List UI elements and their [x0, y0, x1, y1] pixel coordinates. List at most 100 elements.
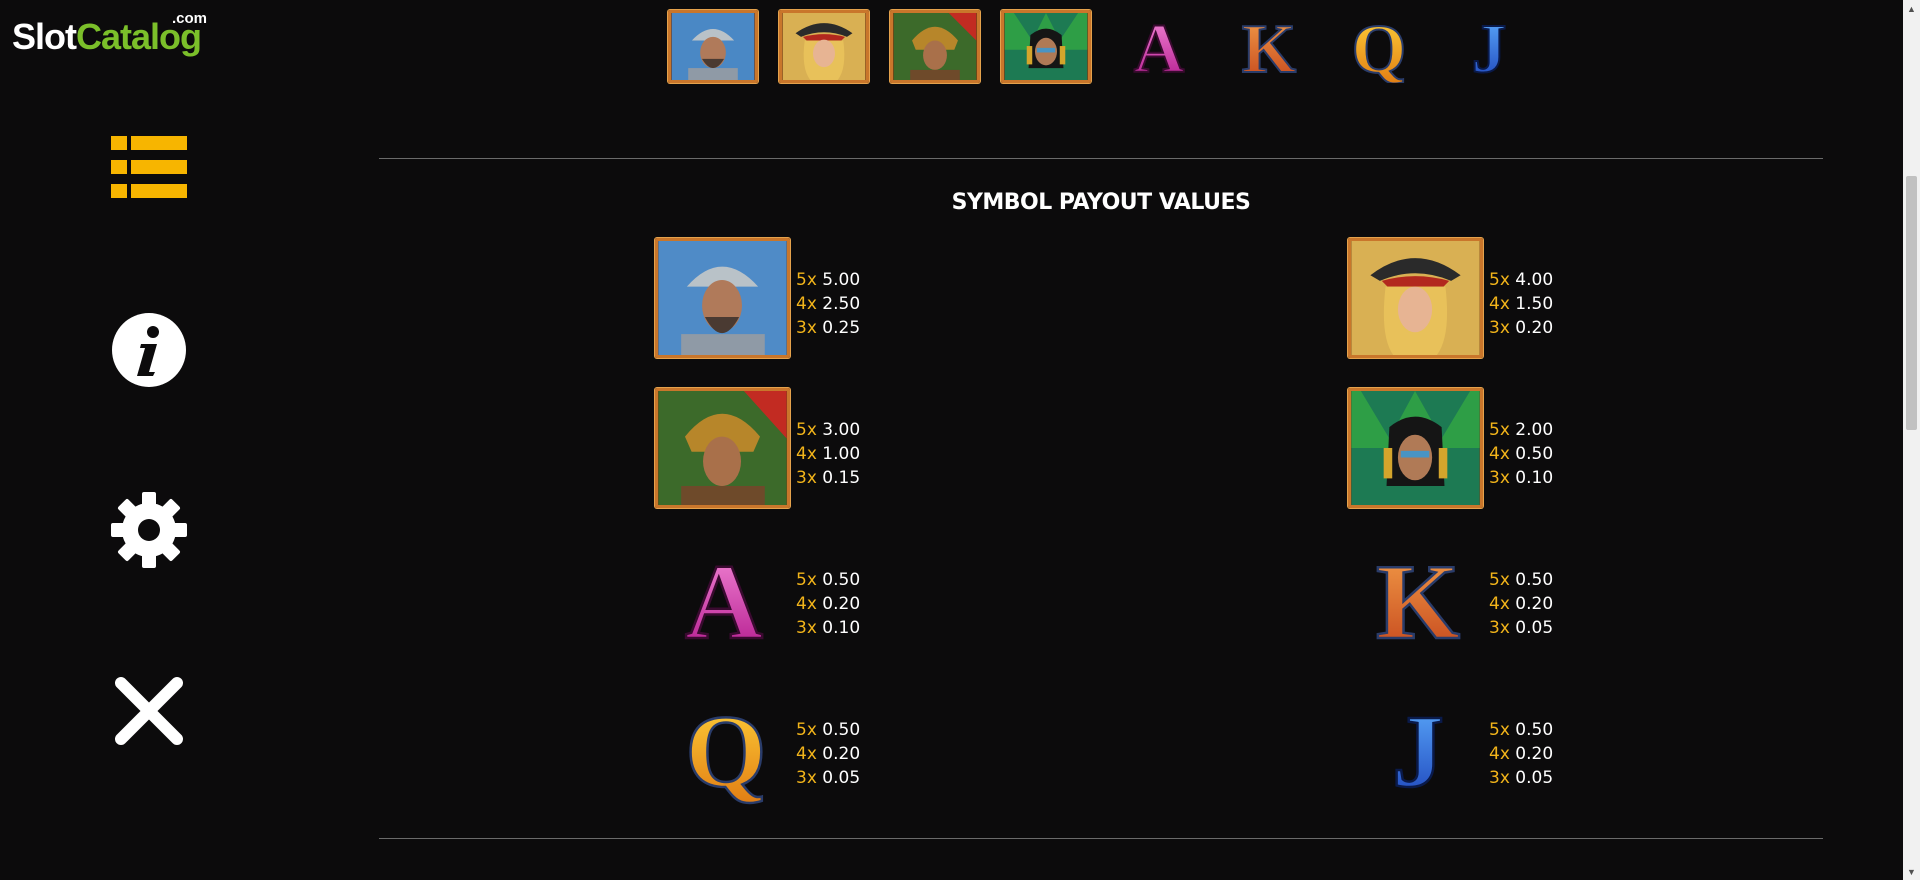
payout-amount: 1.50 — [1515, 294, 1554, 314]
payout-amount: 0.20 — [1515, 318, 1554, 338]
payout-row: 5x 0.50 — [796, 568, 860, 592]
logo-slot-text: Slot — [12, 16, 77, 57]
payout-row: 3x 0.10 — [1489, 466, 1553, 490]
letter-q-symbol: Q — [1334, 10, 1424, 89]
multiplier: 4x — [1489, 594, 1510, 614]
aztec-warrior-symbol — [655, 388, 790, 508]
vertical-scrollbar[interactable]: ▲ ▼ — [1903, 0, 1920, 880]
letter-k-icon: K — [1241, 10, 1297, 89]
payout-aztec-woman: 5x 2.00 4x 0.50 3x 0.10 — [1348, 388, 1588, 508]
payout-pirate-woman: 5x 4.00 4x 1.50 3x 0.20 — [1348, 238, 1588, 358]
multiplier: 3x — [1489, 768, 1510, 788]
payout-amount: 5.00 — [822, 270, 861, 290]
payout-amount: 1.00 — [822, 444, 861, 464]
pirate-woman-symbol — [1348, 238, 1483, 358]
payout-amount: 4.00 — [1515, 270, 1554, 290]
payout-amount: 3.00 — [822, 420, 861, 440]
svg-text:J: J — [1392, 694, 1444, 808]
letter-q-icon: Q — [684, 693, 767, 811]
payout-amount: 0.20 — [1515, 744, 1554, 764]
payout-amount: 0.05 — [822, 768, 861, 788]
payout-row: 3x 0.15 — [796, 466, 860, 490]
slotcatalog-logo[interactable]: SlotCatalog .com — [12, 10, 212, 60]
payout-amount: 2.50 — [822, 294, 861, 314]
aztec-woman-symbol — [1348, 388, 1483, 508]
letter-j-icon: J — [1391, 693, 1446, 811]
payout-row: 5x 3.00 — [796, 418, 860, 442]
letter-j-symbol: J — [1348, 688, 1483, 811]
multiplier: 4x — [796, 594, 817, 614]
svg-text:K: K — [1242, 11, 1296, 83]
conquistador-symbol — [668, 10, 758, 83]
payout-amount: 0.20 — [822, 594, 861, 614]
scrollbar-thumb[interactable] — [1906, 176, 1917, 430]
multiplier: 3x — [1489, 468, 1510, 488]
settings-button[interactable] — [104, 485, 194, 575]
section-title: SYMBOL PAYOUT VALUES — [951, 190, 1251, 215]
payout-row: 3x 0.10 — [796, 616, 860, 640]
symbol-strip: A K Q J — [668, 10, 1528, 89]
letter-k-symbol: K — [1224, 10, 1314, 89]
menu-button[interactable] — [104, 122, 194, 212]
divider-top — [379, 158, 1823, 159]
pirate-woman-symbol — [779, 10, 869, 83]
multiplier: 4x — [796, 744, 817, 764]
payout-amount: 0.50 — [1515, 570, 1554, 590]
multiplier: 5x — [796, 720, 817, 740]
payout-row: 4x 0.20 — [796, 742, 860, 766]
info-button[interactable] — [104, 305, 194, 395]
letter-a-icon: A — [684, 542, 765, 664]
scroll-up-arrow-icon[interactable]: ▲ — [1903, 0, 1920, 17]
multiplier: 5x — [1489, 420, 1510, 440]
payout-row: 3x 0.20 — [1489, 316, 1553, 340]
pirate-woman-portrait — [1351, 241, 1480, 355]
payout-amount: 0.50 — [822, 570, 861, 590]
menu-list-icon — [111, 136, 187, 198]
payout-row: 3x 0.05 — [796, 766, 860, 790]
scroll-down-arrow-icon[interactable]: ▼ — [1903, 863, 1920, 880]
aztec-warrior-portrait — [893, 13, 977, 80]
payout-row: 4x 0.20 — [1489, 592, 1553, 616]
payout-values: 5x 4.00 4x 1.50 3x 0.20 — [1489, 268, 1553, 340]
conquistador-portrait — [671, 13, 755, 80]
letter-q-symbol: Q — [655, 688, 790, 811]
conquistador-symbol — [655, 238, 790, 358]
svg-text:K: K — [1376, 543, 1460, 658]
conquistador-portrait — [658, 241, 787, 355]
multiplier: 4x — [796, 294, 817, 314]
multiplier: 3x — [796, 318, 817, 338]
info-icon — [112, 313, 186, 387]
multiplier: 3x — [796, 468, 817, 488]
payout-amount: 0.25 — [822, 318, 861, 338]
payout-values: 5x 0.50 4x 0.20 3x 0.05 — [1489, 718, 1553, 790]
payout-amount: 0.05 — [1515, 768, 1554, 788]
multiplier: 3x — [1489, 318, 1510, 338]
payout-aztec-warrior: 5x 3.00 4x 1.00 3x 0.15 — [655, 388, 895, 508]
multiplier: 5x — [1489, 570, 1510, 590]
multiplier: 5x — [1489, 720, 1510, 740]
letter-a-symbol: A — [1114, 10, 1204, 89]
payout-values: 5x 0.50 4x 0.20 3x 0.10 — [796, 568, 860, 640]
payout-values: 5x 5.00 4x 2.50 3x 0.25 — [796, 268, 860, 340]
aztec-woman-portrait — [1351, 391, 1480, 505]
payout-amount: 0.50 — [1515, 720, 1554, 740]
logo-com-text: .com — [172, 10, 208, 27]
pirate-woman-portrait — [782, 13, 866, 80]
multiplier: 5x — [796, 420, 817, 440]
gear-icon — [111, 492, 187, 568]
letter-j-icon: J — [1471, 10, 1508, 89]
payout-amount: 2.00 — [1515, 420, 1554, 440]
payout-values: 5x 0.50 4x 0.20 3x 0.05 — [796, 718, 860, 790]
payout-amount: 0.05 — [1515, 618, 1554, 638]
payout-row: 4x 0.20 — [796, 592, 860, 616]
close-button[interactable] — [104, 666, 194, 756]
letter-a-icon: A — [1133, 10, 1186, 89]
svg-text:A: A — [685, 543, 763, 658]
svg-text:A: A — [1134, 11, 1185, 83]
payout-amount: 0.20 — [1515, 594, 1554, 614]
payout-row: 5x 0.50 — [796, 718, 860, 742]
payout-row: 4x 1.50 — [1489, 292, 1553, 316]
multiplier: 5x — [796, 270, 817, 290]
divider-bottom — [379, 838, 1823, 839]
payout-row: 5x 5.00 — [796, 268, 860, 292]
